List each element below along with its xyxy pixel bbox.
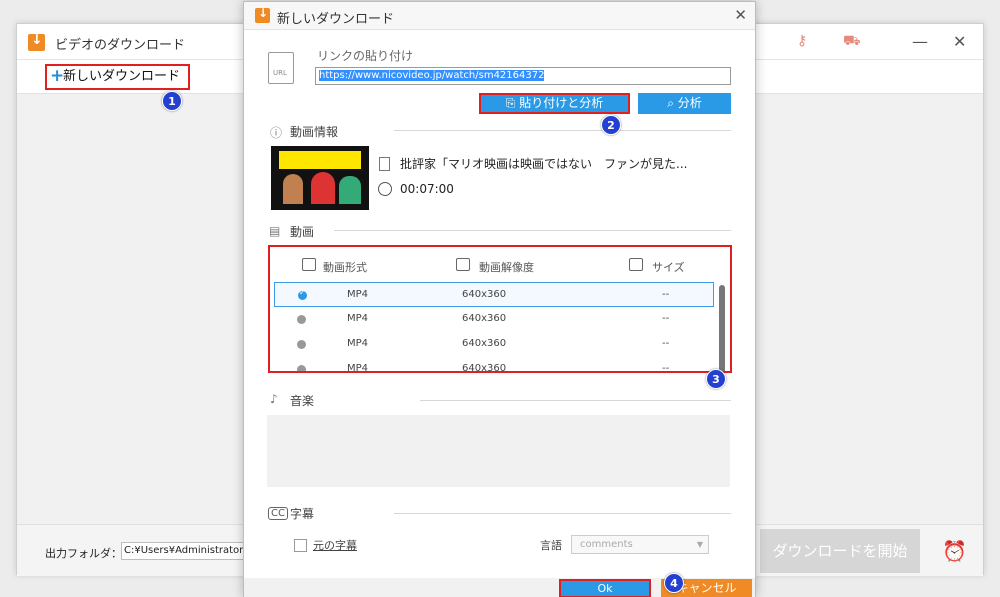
document-icon: [379, 157, 390, 171]
key-icon[interactable]: ⚷: [797, 33, 807, 49]
original-subtitle-label[interactable]: 元の字幕: [313, 537, 357, 553]
analyze-label: 分析: [677, 96, 702, 110]
header-resolution: 動画解像度: [479, 261, 534, 274]
new-download-label: 新しいダウンロード: [63, 69, 181, 84]
dialog-logo-icon: [255, 6, 270, 23]
audio-section-label: 音楽: [290, 394, 315, 408]
search-icon: ⌕: [667, 96, 678, 110]
closed-caption-icon: CC: [268, 507, 288, 520]
start-download-button[interactable]: ダウンロードを開始: [760, 529, 920, 573]
video-info-label: 動画情報: [290, 125, 339, 139]
radio-dot-icon[interactable]: [297, 365, 306, 371]
alarm-clock-icon[interactable]: ⏰: [942, 539, 967, 563]
film-icon: ▤: [269, 224, 281, 238]
cell-format: MP4: [347, 289, 369, 300]
dialog-titlebar: 新しいダウンロード ✕: [244, 2, 755, 30]
table-scrollbar[interactable]: [719, 285, 725, 371]
cell-resolution: 640x360: [462, 289, 507, 300]
cell-resolution: 640x360: [462, 313, 507, 324]
divider: [334, 230, 731, 231]
app-logo-icon: [28, 32, 45, 51]
minimize-icon[interactable]: —: [912, 32, 928, 51]
paste-link-label: リンクの貼り付け: [317, 49, 414, 63]
step-badge-4: 4: [664, 573, 684, 593]
cart-icon[interactable]: ⛟: [843, 33, 861, 51]
language-select[interactable]: comments: [571, 535, 709, 554]
table-row[interactable]: MP4 640x360 --: [274, 357, 714, 373]
divider: [394, 130, 731, 131]
main-window-title: ビデオのダウンロード: [55, 38, 186, 53]
cell-resolution: 640x360: [462, 338, 507, 349]
video-duration: 00:07:00: [400, 182, 454, 196]
video-title: 批評家「マリオ映画は映画ではない ファンが見た...: [400, 157, 688, 171]
subtitle-section-label: 字幕: [290, 507, 315, 521]
selected-check-icon[interactable]: [298, 288, 307, 300]
cell-format: MP4: [347, 313, 369, 324]
info-icon: ⓘ: [270, 126, 283, 140]
step-badge-1: 1: [162, 91, 182, 111]
clock-icon: [378, 182, 392, 196]
table-row[interactable]: MP4 640x360 --: [274, 307, 714, 332]
header-size: サイズ: [652, 261, 685, 274]
cell-size: --: [662, 289, 670, 300]
cell-format: MP4: [347, 363, 369, 373]
table-row[interactable]: MP4 640x360 --: [274, 282, 714, 307]
radio-dot-icon[interactable]: [297, 315, 306, 324]
header-format: 動画形式: [323, 261, 367, 274]
clipboard-icon: ⎘: [505, 96, 520, 110]
dialog-close-icon[interactable]: ✕: [734, 6, 747, 24]
format-icon: [302, 258, 316, 271]
paste-and-analyze-label: 貼り付けと分析: [519, 96, 604, 110]
ok-button[interactable]: Ok: [559, 579, 651, 597]
analyze-button[interactable]: ⌕ 分析: [638, 93, 731, 114]
step-badge-3: 3: [706, 369, 726, 389]
table-row[interactable]: MP4 640x360 --: [274, 332, 714, 357]
close-icon[interactable]: ✕: [953, 32, 966, 51]
cell-size: --: [662, 338, 670, 349]
cell-size: --: [662, 313, 670, 324]
step-badge-2: 2: [601, 115, 621, 135]
divider: [420, 400, 731, 401]
cell-size: --: [662, 363, 670, 373]
output-folder-field[interactable]: C:¥Users¥Administrator¥Des: [121, 542, 251, 560]
video-section-label: 動画: [290, 225, 315, 239]
video-thumbnail: [271, 146, 369, 210]
plus-icon: +: [50, 66, 65, 86]
dialog-title: 新しいダウンロード: [277, 12, 395, 27]
language-label: 言語: [540, 539, 562, 552]
output-folder-label: 出力フォルダ：: [45, 547, 122, 560]
paste-and-analyze-button[interactable]: ⎘ 貼り付けと分析: [479, 93, 630, 114]
cell-resolution: 640x360: [462, 363, 507, 373]
video-format-table: 動画形式 動画解像度 サイズ MP4 640x360 -- MP4 640x36…: [268, 245, 732, 373]
original-subtitle-checkbox[interactable]: [294, 539, 307, 552]
new-download-button[interactable]: + 新しいダウンロード: [45, 64, 191, 90]
divider: [394, 513, 731, 514]
cell-format: MP4: [347, 338, 369, 349]
music-note-icon: ♪: [270, 392, 278, 406]
url-input[interactable]: https://www.nicovideo.jp/watch/sm4216437…: [315, 67, 731, 85]
new-download-dialog: 新しいダウンロード ✕ リンクの貼り付け https://www.nicovid…: [243, 1, 756, 597]
resolution-icon: [456, 258, 470, 271]
radio-dot-icon[interactable]: [297, 340, 306, 349]
size-icon: [629, 258, 643, 271]
audio-list-area: [267, 415, 730, 487]
url-value: https://www.nicovideo.jp/watch/sm4216437…: [319, 70, 545, 81]
url-file-icon: [268, 52, 294, 84]
